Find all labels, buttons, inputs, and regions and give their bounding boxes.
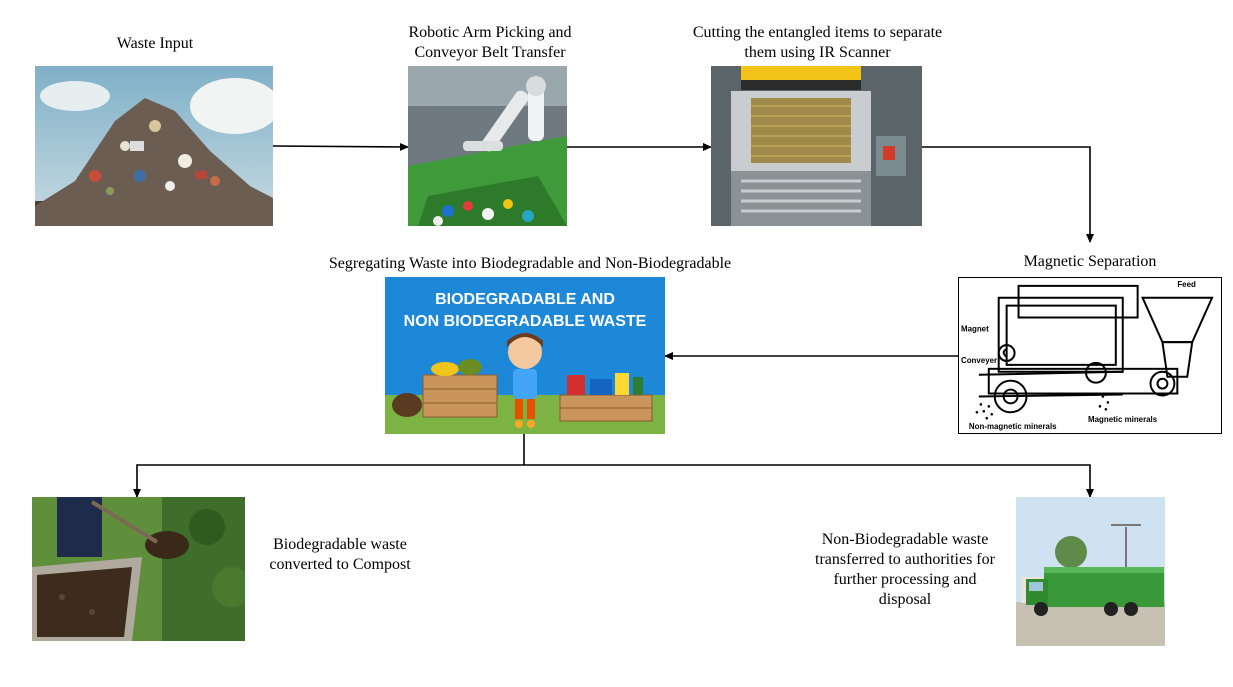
arrow-input-to-robot [272,142,409,151]
cutting-machine-image [711,66,922,226]
magnet-label: Magnet [961,324,989,333]
compost-label: Biodegradable waste converted to Compost [240,535,440,575]
arrow-to-non-bio [524,464,1094,498]
non-bio-label-line1: Non-Biodegradable waste [821,531,989,548]
garbage-truck-image [1016,497,1165,646]
compost-image [32,497,245,641]
cutting-label: Cutting the entangled items to separate … [650,23,985,63]
segregating-label: Segregating Waste into Biodegradable and… [328,255,732,272]
waste-input-label: Waste Input [116,35,194,52]
feed-label: Feed [1177,280,1196,289]
biodegradable-poster-image: BIODEGRADABLE AND NON BIODEGRADABLE WAST… [385,277,665,434]
arrow-to-compost [133,464,524,498]
arrow-cutting-to-magnetic [922,146,1094,243]
non-bio-label-line3: further processing and [833,571,977,588]
compost-label-line1: Biodegradable waste [273,536,407,553]
robotic-arm-label-line2: Conveyor Belt Transfer [414,44,566,61]
non-bio-label-line2: transferred to authorities for [815,551,995,568]
non-bio-label-line4: disposal [878,591,932,608]
non-magnetic-minerals-label: Non-magnetic minerals [969,422,1057,431]
magnetic-separator-diagram: Feed Magnet Conveyer Non-magnetic minera… [958,277,1222,434]
compost-label-line2: converted to Compost [269,556,411,573]
robotic-arm-label-line1: Robotic Arm Picking and [408,24,572,41]
magnetic-minerals-label: Magnetic minerals [1088,415,1158,424]
robotic-arm-label: Robotic Arm Picking and Conveyor Belt Tr… [360,23,620,63]
waste-pile-image [35,66,273,226]
magnetic-separation-label: Magnetic Separation [1023,253,1157,270]
conveyer-label: Conveyer [961,356,997,365]
robotic-arm-image [408,66,567,226]
cutting-label-line1: Cutting the entangled items to separate [692,24,943,41]
poster-title-line2: NON BIODEGRADABLE WASTE [404,313,647,330]
non-bio-label: Non-Biodegradable waste transferred to a… [790,530,1020,610]
poster-title-line1: BIODEGRADABLE AND [435,291,615,308]
cutting-label-line2: them using IR Scanner [744,44,891,61]
